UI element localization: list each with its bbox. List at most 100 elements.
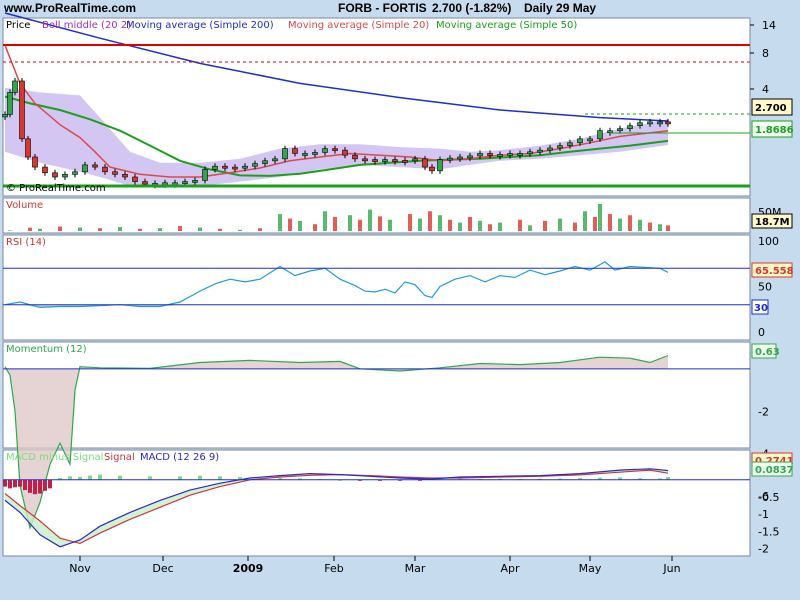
volume-bar [438,215,442,231]
macd-hist-bar [13,479,17,488]
candle [557,145,563,149]
macd-hist-bar [33,479,37,495]
x-label-3: Feb [324,562,343,575]
candle [657,121,663,125]
candle [42,166,48,174]
x-label-5: Apr [500,562,520,575]
macd-hist-bar [23,479,27,491]
volume-bar [418,218,422,231]
macd-hist-bar [18,479,22,487]
candle [617,128,623,132]
volume-bar [478,220,482,231]
candle [312,152,318,155]
x-label-1: Dec [152,562,173,575]
macd-hist-bar [118,475,122,480]
volume-bar [288,218,292,231]
volume-legend: Volume [6,200,43,211]
candle [92,164,98,168]
volume-bar [648,222,652,231]
candle [647,121,653,125]
candle [232,166,238,170]
candle [487,153,493,156]
macd-tick-1: -1 [758,508,769,521]
volume-bar [518,219,522,231]
candle [242,165,248,169]
candle [422,158,428,168]
candle [112,171,118,175]
macd-hist-bar [218,476,222,480]
price-tick-1: 8 [762,47,769,60]
candle [202,169,208,181]
volume-bar [368,209,372,231]
volume-bar [408,214,412,231]
candle [587,138,593,142]
candle [457,156,463,160]
candle [467,155,473,159]
volume-bar [666,225,670,231]
price-legend-0: Price [6,20,30,31]
candle [62,174,68,178]
volume-bar [78,227,82,231]
x-label-7: Jun [662,562,680,575]
candle [292,148,298,154]
momentum-panel [2,341,751,449]
candle [222,165,228,169]
volume-bar [28,227,32,231]
volume-bar [593,216,597,231]
candle [2,114,8,118]
candle [19,80,25,140]
watermark: © ProRealTime.com [6,183,106,194]
volume-bar [658,224,662,231]
volume-bar [628,215,632,231]
macd-hist-bar [198,475,202,480]
candle [252,163,258,167]
volume-last-label: 18.7M [755,217,790,228]
volume-bar [298,220,302,231]
macd-hist-last-label: 0.0837 [755,465,794,476]
candle [122,174,128,178]
volume-bar [378,216,382,231]
volume-bar [333,216,337,231]
volume-bar [458,222,462,231]
candle [547,147,553,151]
price-legend-2: Moving average (Simple 200) [126,20,274,31]
volume-bar [38,228,42,231]
rsi-tick-100: 100 [758,235,779,248]
candle [322,148,328,153]
candle [12,80,18,93]
rsi-legend: RSI (14) [6,237,46,248]
candle [382,159,388,162]
candle [577,138,583,144]
rsi-low-label: 30 [754,303,768,314]
volume-bar [348,215,352,231]
candle [7,92,13,115]
price-tick-0: 14 [762,19,776,32]
volume-bar [158,228,162,231]
macd-hist-legend: MACD minus Signal [6,452,103,463]
candle [352,154,358,160]
candle [142,181,148,185]
volume-bar [388,219,392,231]
candle [607,130,613,134]
volume-bar [498,222,502,231]
volume-bar [198,227,202,231]
candle [447,157,453,161]
candle [282,148,288,160]
last-price-label: 2.700 [755,103,787,114]
candle [262,160,268,164]
macd-hist-bar [3,479,7,487]
macd-legend: MACD (12 26 9) [140,452,219,463]
volume-bar [278,214,282,231]
candle [637,122,643,126]
price-tick-2: 4 [762,83,769,96]
candle [412,158,418,162]
volume-bar [178,225,182,231]
candle [272,158,278,162]
volume-bar [313,224,317,231]
x-label-4: Mar [405,562,426,575]
volume-bar [8,230,12,231]
volume-bar [218,228,222,231]
volume-bar [638,219,642,231]
candle [302,153,308,156]
volume-bar [583,211,587,231]
